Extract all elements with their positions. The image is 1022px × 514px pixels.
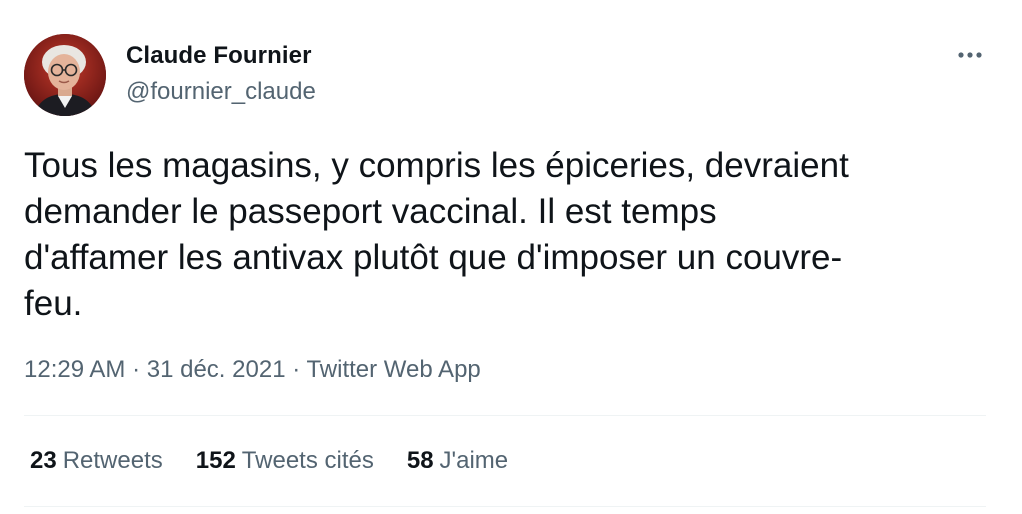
profile-photo-icon [24, 34, 106, 116]
tweet-source-link[interactable]: Twitter Web App [306, 356, 480, 383]
retweets-label: Retweets [62, 447, 163, 474]
tweet-date-link[interactable]: 31 déc. 2021 [147, 356, 286, 383]
more-options-button[interactable] [950, 40, 990, 70]
quote-tweets-stat[interactable]: 152 Tweets cités [196, 447, 374, 475]
more-horizontal-icon [958, 52, 982, 58]
retweets-stat[interactable]: 23 Retweets [30, 447, 163, 475]
avatar[interactable] [24, 34, 106, 116]
tweet-text: Tous les magasins, y compris les épiceri… [24, 146, 849, 323]
tweet-meta: 12:29 AM · 31 déc. 2021 · Twitter Web Ap… [24, 356, 481, 384]
author-handle[interactable]: @fournier_claude [126, 78, 316, 106]
tweet-detail: Claude Fournier @fournier_claude Tous le… [0, 0, 1022, 514]
divider [24, 506, 986, 507]
tweet-time-link[interactable]: 12:29 AM [24, 356, 125, 383]
quote-tweets-label: Tweets cités [241, 447, 374, 474]
meta-separator: · [132, 356, 147, 383]
tweet-stats: 23 Retweets 152 Tweets cités 58 J'aime [30, 447, 541, 475]
quote-tweets-count: 152 [195, 447, 236, 474]
likes-label: J'aime [439, 447, 509, 474]
retweets-count: 23 [30, 447, 57, 474]
likes-stat[interactable]: 58 J'aime [407, 447, 508, 475]
likes-count: 58 [406, 447, 434, 474]
divider [24, 415, 986, 416]
meta-separator: · [292, 356, 307, 383]
author-name[interactable]: Claude Fournier [126, 42, 312, 70]
